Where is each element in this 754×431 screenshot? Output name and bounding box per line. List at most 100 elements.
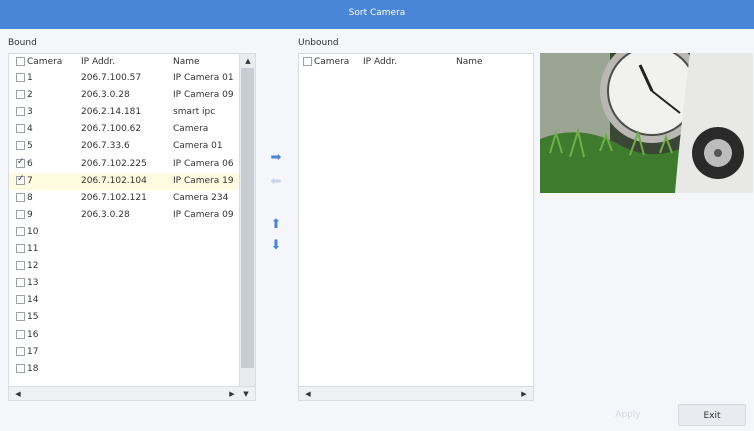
table-row[interactable]: 8 206.7.102.121 Camera 234 [9,190,239,207]
row-checkbox[interactable] [16,278,25,288]
scroll-right-icon[interactable]: ▶ [519,388,529,400]
row-checkbox[interactable] [16,226,25,236]
row-checkbox[interactable] [16,312,25,322]
row-checkbox[interactable] [16,244,25,253]
table-row[interactable]: 13 [9,275,239,292]
unbound-col-camera[interactable]: Camera [314,57,349,67]
row-checkbox[interactable] [16,192,25,202]
row-checkbox[interactable] [16,295,25,305]
camera-number-cell: 3 [27,107,33,118]
table-row[interactable]: 1 206.7.100.57 IP Camera 01 [9,70,239,87]
bound-vertical-scrollbar[interactable]: ▲ [239,54,255,386]
bound-select-all-checkbox[interactable] [16,57,25,66]
table-row[interactable]: 14 [9,292,239,309]
ip-address-cell: 206.7.102.225 [81,158,147,169]
table-row[interactable]: 6 206.7.102.225 IP Camera 06 [9,156,239,173]
table-row[interactable]: 10 [9,224,239,241]
camera-number-cell: 16 [27,329,39,340]
ip-address-cell: 206.3.0.28 [81,209,130,220]
unbound-table: Camera IP Addr. Name ◀ ▶ [298,53,534,401]
table-row[interactable]: 18 [9,361,239,378]
unbound-col-name[interactable]: Name [456,57,483,67]
table-row[interactable]: 5 206.7.33.6 Camera 01 [9,138,239,155]
bound-table: Camera IP Addr. Name 1 206.7.100.57 IP Cam… [8,53,256,401]
preview-image [540,53,753,193]
ip-address-cell: 206.3.0.28 [81,90,130,101]
camera-number-cell: 4 [27,124,33,135]
scroll-down-icon[interactable]: ▼ [241,388,251,400]
bound-col-ip[interactable]: IP Addr. [81,57,115,67]
camera-name-cell: IP Camera 09 [173,90,234,101]
table-row[interactable]: 16 [9,327,239,344]
ip-address-cell: 206.7.33.6 [81,141,130,152]
move-left-button[interactable]: ⬅ [266,174,286,189]
unbound-horizontal-scrollbar[interactable]: ◀ ▶ [299,386,533,400]
camera-number-cell: 7 [27,175,33,186]
row-checkbox[interactable] [16,261,25,271]
camera-name-cell: IP Camera 06 [173,158,234,169]
row-checkbox[interactable] [16,174,25,185]
arrow-left-icon: ⬅ [270,174,282,189]
table-row[interactable]: 15 [9,309,239,326]
camera-name-cell: Camera 234 [173,192,229,203]
camera-number-cell: 14 [27,295,39,306]
bound-horizontal-scrollbar[interactable]: ◀ ▶ ▼ [9,386,255,400]
camera-number-cell: 10 [27,226,39,237]
unbound-col-ip[interactable]: IP Addr. [363,57,397,67]
move-down-button[interactable]: ⬇ [266,238,286,253]
row-checkbox[interactable] [16,157,25,168]
arrow-right-icon: ➡ [270,150,282,165]
row-checkbox[interactable] [16,141,25,151]
bound-label: Bound [8,38,37,48]
scroll-left-icon[interactable]: ◀ [13,388,23,400]
table-row[interactable]: 11 [9,241,239,258]
camera-name-cell: IP Camera 19 [173,175,234,186]
ip-address-cell: 206.7.102.121 [81,192,147,203]
row-checkbox[interactable] [16,124,25,134]
camera-name-cell: Camera [173,124,209,135]
bound-col-name[interactable]: Name [173,57,200,67]
ip-address-cell: 206.7.100.57 [81,73,142,83]
table-row[interactable]: 3 206.2.14.181 smart ipc [9,104,239,121]
row-checkbox[interactable] [16,346,25,356]
table-row[interactable]: 17 [9,344,239,361]
camera-number-cell: 9 [27,209,33,220]
arrow-up-icon: ⬆ [270,217,282,232]
bound-table-header: Camera IP Addr. Name [9,54,255,70]
title-bar: Sort Camera [0,0,754,29]
ip-address-cell: 206.7.100.62 [81,124,142,135]
table-row[interactable]: 7 206.7.102.104 IP Camera 19 [9,172,239,190]
ip-address-cell: 206.2.14.181 [81,107,142,118]
move-up-button[interactable]: ⬆ [266,217,286,232]
table-row[interactable]: 9 206.3.0.28 IP Camera 09 [9,207,239,224]
window-title: Sort Camera [348,8,406,18]
exit-button[interactable]: Exit [678,404,746,426]
table-row[interactable]: 2 206.3.0.28 IP Camera 09 [9,87,239,104]
row-checkbox[interactable] [16,363,25,373]
camera-number-cell: 17 [27,346,39,357]
table-row[interactable]: 12 [9,258,239,275]
row-checkbox[interactable] [16,329,25,339]
row-checkbox[interactable] [16,209,25,219]
camera-number-cell: 5 [27,141,33,152]
camera-number-cell: 13 [27,278,39,289]
bound-col-camera[interactable]: Camera [27,57,62,67]
move-right-button[interactable]: ➡ [266,150,286,165]
camera-number-cell: 2 [27,90,33,101]
row-checkbox[interactable] [16,90,25,100]
camera-name-cell: Camera 01 [173,141,223,152]
scroll-right-icon[interactable]: ▶ [227,388,237,400]
bound-scroll-thumb[interactable] [241,68,254,368]
camera-number-cell: 15 [27,312,39,323]
scroll-left-icon[interactable]: ◀ [303,388,313,400]
row-checkbox[interactable] [16,107,25,117]
table-row[interactable]: 4 206.7.100.62 Camera [9,121,239,138]
apply-button[interactable]: Apply [594,404,662,426]
row-checkbox[interactable] [16,73,25,82]
camera-number-cell: 11 [27,244,39,254]
scroll-up-icon[interactable]: ▲ [243,55,253,67]
camera-name-cell: IP Camera 01 [173,73,234,83]
unbound-select-all-checkbox[interactable] [303,57,312,66]
camera-number-cell: 6 [27,158,33,169]
camera-number-cell: 18 [27,363,39,374]
